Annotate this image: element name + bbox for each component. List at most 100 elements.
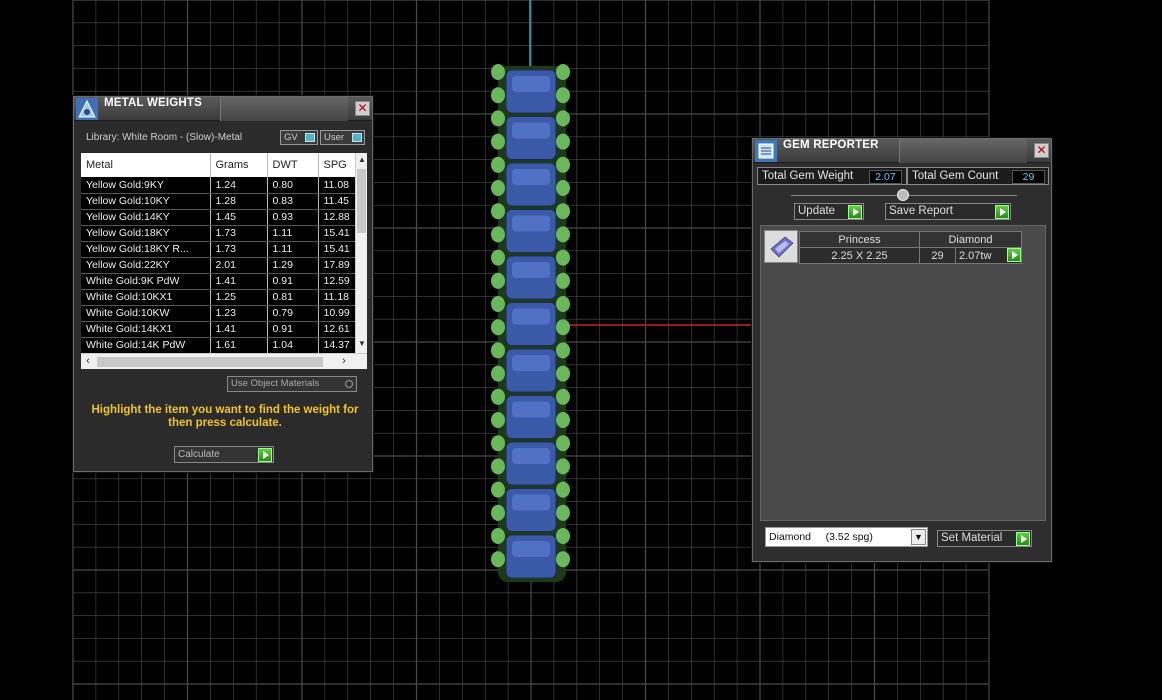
dwt-value: 0.83 bbox=[267, 193, 319, 210]
prong bbox=[491, 551, 505, 568]
table-row[interactable]: Yellow Gold:18KY R... 1.73 1.11 15.41 bbox=[81, 241, 367, 258]
prong bbox=[556, 528, 570, 544]
play-arrow-icon bbox=[995, 205, 1009, 219]
dwt-value: 1.04 bbox=[267, 337, 319, 354]
table-row[interactable]: Yellow Gold:14KY 1.45 0.93 12.88 bbox=[81, 209, 367, 226]
prong bbox=[491, 133, 505, 150]
vertical-scroll-thumb[interactable] bbox=[357, 169, 366, 233]
table-row[interactable]: White Gold:14K PdW 1.61 1.04 14.37 bbox=[81, 337, 367, 354]
play-arrow-icon bbox=[848, 205, 862, 219]
metal-weights-panel: METAL WEIGHTS ✕ Library: White Room - (S… bbox=[73, 96, 373, 472]
chevron-down-icon[interactable]: ▼ bbox=[911, 529, 926, 545]
column-header-grams[interactable]: Grams bbox=[210, 153, 268, 177]
prong bbox=[556, 87, 570, 104]
update-button[interactable]: Update bbox=[794, 203, 864, 220]
prong bbox=[556, 504, 570, 521]
dwt-value: 0.79 bbox=[267, 305, 319, 322]
prong bbox=[491, 64, 505, 80]
slider-handle[interactable] bbox=[897, 189, 909, 201]
prong bbox=[556, 110, 570, 127]
scroll-left-arrow[interactable]: ‹ bbox=[81, 354, 95, 369]
vertical-scrollbar[interactable]: ▲ ▼ bbox=[355, 153, 367, 353]
metal-name: Yellow Gold:18KY bbox=[81, 225, 211, 242]
gemstone-facet bbox=[512, 122, 550, 139]
panel-title: GEM REPORTER bbox=[783, 139, 879, 151]
prong bbox=[491, 87, 505, 104]
scroll-down-arrow[interactable]: ▼ bbox=[356, 337, 367, 351]
table-row[interactable]: White Gold:10KW 1.23 0.79 10.99 bbox=[81, 305, 367, 322]
set-material-button[interactable]: Set Material bbox=[937, 530, 1032, 547]
prong bbox=[491, 388, 505, 405]
gem-weight-cell[interactable]: 2.07tw bbox=[955, 247, 1022, 264]
table-row[interactable]: White Gold:10KX1 1.25 0.81 11.18 bbox=[81, 289, 367, 306]
dwt-value: 1.29 bbox=[267, 257, 319, 274]
calculate-label: Calculate bbox=[178, 449, 220, 460]
scroll-right-arrow[interactable]: › bbox=[337, 354, 351, 369]
gem-row-values[interactable]: 2.25 X 2.25 29 2.07tw bbox=[799, 247, 1022, 264]
scroll-up-arrow[interactable]: ▲ bbox=[356, 153, 367, 167]
table-row[interactable]: Yellow Gold:22KY 2.01 1.29 17.89 bbox=[81, 257, 367, 274]
prong bbox=[491, 180, 505, 196]
prong bbox=[556, 342, 570, 359]
prong bbox=[556, 435, 570, 452]
prong bbox=[491, 296, 505, 312]
grams-value: 1.73 bbox=[210, 225, 268, 242]
table-row[interactable]: Yellow Gold:18KY 1.73 1.11 15.41 bbox=[81, 225, 367, 242]
metal-name: Yellow Gold:18KY R... bbox=[81, 241, 211, 258]
material-select[interactable]: Diamond (3.52 spg) ▼ bbox=[765, 527, 928, 547]
gem-reporter-titlebar[interactable]: GEM REPORTER ✕ bbox=[753, 139, 1051, 163]
gemstone-facet bbox=[512, 541, 550, 557]
horizontal-scrollbar[interactable]: ‹ › bbox=[81, 353, 367, 369]
prong bbox=[556, 180, 570, 196]
close-button[interactable]: ✕ bbox=[355, 101, 370, 116]
grams-value: 1.25 bbox=[210, 289, 268, 306]
use-object-materials-label: Use Object Materials bbox=[231, 378, 320, 389]
prong bbox=[491, 412, 505, 428]
library-label: Library: White Room - (Slow)-Metal bbox=[86, 132, 243, 143]
table-row[interactable]: Yellow Gold:10KY 1.28 0.83 11.45 bbox=[81, 193, 367, 210]
panel-title: METAL WEIGHTS bbox=[104, 97, 203, 109]
metal-weights-titlebar[interactable]: METAL WEIGHTS ✕ bbox=[74, 97, 372, 121]
prong bbox=[491, 435, 505, 452]
prong bbox=[556, 226, 570, 243]
calculate-button[interactable]: Calculate bbox=[174, 446, 274, 463]
metal-table: Metal Grams DWT SPG Yellow Gold:9KY 1.24 0… bbox=[81, 153, 367, 354]
gem-reporter-icon bbox=[755, 140, 777, 162]
prong bbox=[556, 133, 570, 150]
prong bbox=[491, 203, 505, 220]
prong bbox=[491, 156, 505, 173]
update-label: Update bbox=[798, 205, 836, 217]
play-arrow-icon bbox=[1016, 532, 1030, 546]
user-toggle-knob bbox=[352, 133, 362, 142]
gv-toggle[interactable]: GV bbox=[280, 130, 318, 145]
close-button[interactable]: ✕ bbox=[1034, 143, 1049, 158]
gemstone-facet bbox=[512, 494, 550, 511]
prong bbox=[491, 226, 505, 243]
dwt-value: 0.80 bbox=[267, 177, 319, 194]
table-row[interactable]: White Gold:9K PdW 1.41 0.91 12.59 bbox=[81, 273, 367, 290]
user-toggle[interactable]: User bbox=[320, 130, 365, 145]
prong bbox=[556, 388, 570, 405]
use-object-materials-toggle[interactable]: Use Object Materials bbox=[227, 376, 357, 392]
total-gem-count-value: 29 bbox=[1012, 170, 1045, 184]
eternity-band-model[interactable] bbox=[491, 64, 570, 582]
column-header-metal[interactable]: Metal bbox=[81, 153, 211, 177]
gem-material: Diamond bbox=[919, 231, 1022, 248]
horizontal-scroll-thumb[interactable] bbox=[97, 357, 323, 367]
gemstone-facet bbox=[512, 308, 550, 325]
gemstone-facet bbox=[512, 169, 550, 185]
column-header-dwt[interactable]: DWT bbox=[267, 153, 319, 177]
gem-thumbnail[interactable] bbox=[764, 230, 798, 263]
metal-name: White Gold:14K PdW bbox=[81, 337, 211, 354]
metal-name: Yellow Gold:9KY bbox=[81, 177, 211, 194]
table-row[interactable]: White Gold:14KX1 1.41 0.91 12.61 bbox=[81, 321, 367, 338]
gem-report-list: Princess Diamond 2.25 X 2.25 29 2.07tw bbox=[760, 225, 1046, 521]
save-report-button[interactable]: Save Report bbox=[885, 203, 1011, 220]
table-row[interactable]: Yellow Gold:9KY 1.24 0.80 11.08 bbox=[81, 177, 367, 194]
material-select-value: Diamond (3.52 spg) bbox=[769, 531, 873, 543]
metal-table-container: Metal Grams DWT SPG Yellow Gold:9KY 1.24 0… bbox=[81, 153, 367, 369]
gemstone-facet bbox=[512, 76, 550, 92]
metal-name: Yellow Gold:10KY bbox=[81, 193, 211, 210]
title-bar-fill bbox=[220, 97, 348, 121]
gem-size: 2.25 X 2.25 bbox=[799, 247, 920, 264]
